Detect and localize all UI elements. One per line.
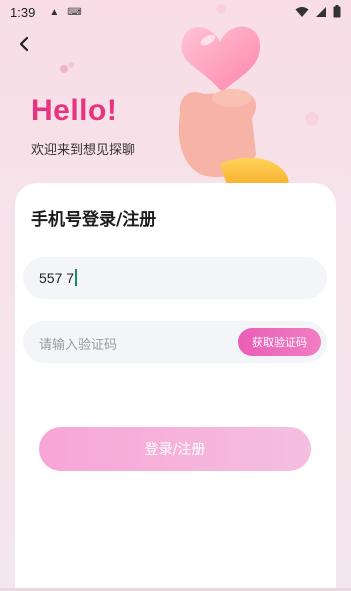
decor-bubble — [305, 112, 319, 126]
hand-heart-illustration — [178, 26, 290, 194]
phone-value-text: 557 7 — [39, 270, 75, 286]
decor-bubble — [216, 4, 226, 14]
back-button[interactable] — [14, 32, 34, 56]
status-time: 1:39 — [10, 4, 36, 20]
keyboard-icon: ⌨ — [67, 6, 82, 18]
text-cursor — [75, 269, 78, 286]
phone-input-value: 557 7 — [39, 269, 78, 286]
chevron-left-icon — [19, 36, 29, 52]
login-card: 手机号登录/注册 557 7 请输入验证码 获取验证码 登录/注册 — [15, 183, 336, 591]
verification-code-input[interactable]: 请输入验证码 获取验证码 — [23, 321, 327, 363]
get-code-button[interactable]: 获取验证码 — [238, 328, 321, 356]
login-register-button[interactable]: 登录/注册 — [39, 427, 311, 471]
welcome-subtitle: 欢迎来到想见探聊 — [31, 143, 136, 158]
phone-input[interactable]: 557 7 — [23, 257, 327, 299]
greeting-title: Hello! — [31, 94, 118, 127]
code-placeholder: 请输入验证码 — [39, 338, 118, 353]
signal-icon — [316, 6, 326, 17]
login-title: 手机号登录/注册 — [31, 210, 157, 230]
notification-a-icon: ▲ — [49, 6, 60, 18]
battery-icon — [333, 5, 341, 18]
decor-bubble — [68, 62, 74, 68]
decor-bubble — [60, 65, 68, 73]
